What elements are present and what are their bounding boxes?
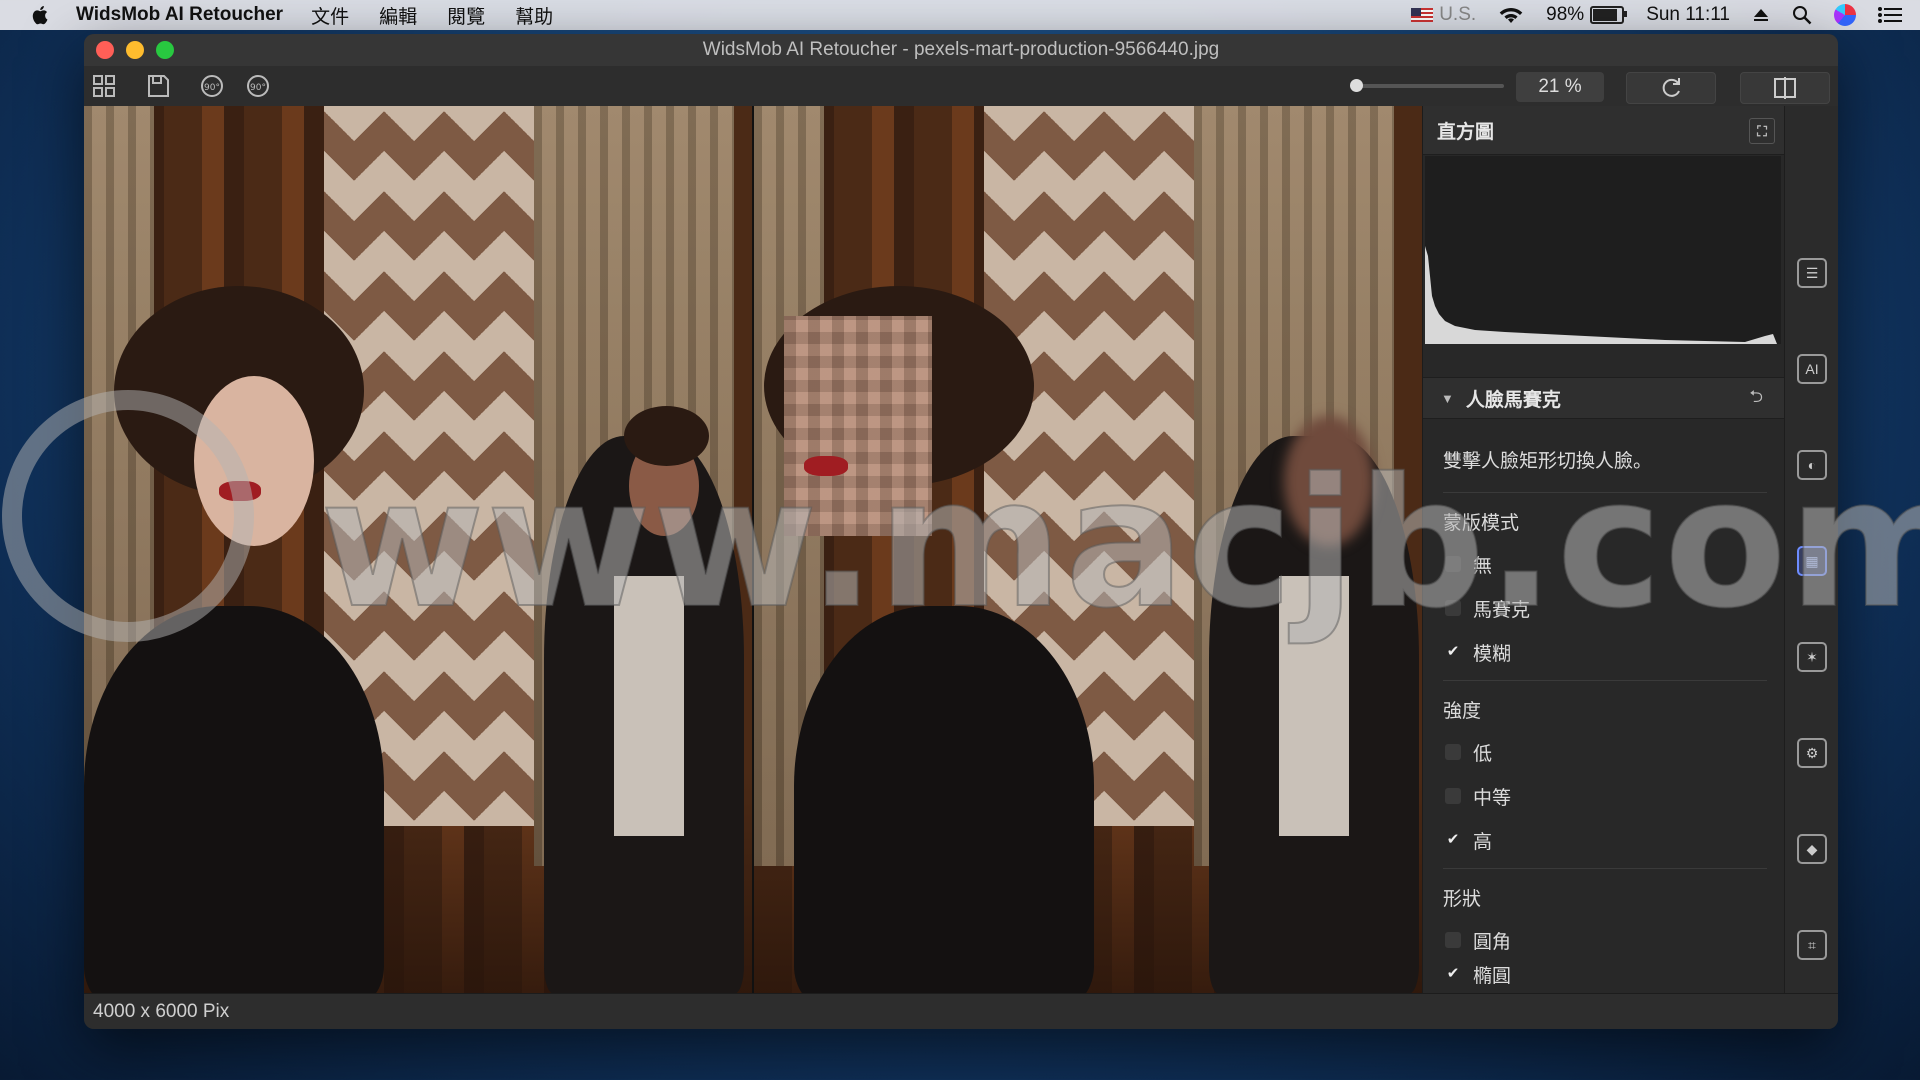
input-source[interactable]: U.S. (1411, 4, 1476, 26)
strength-low-option[interactable]: 低 (1445, 740, 1492, 765)
histogram-chart (1425, 156, 1781, 344)
zoom-window-button[interactable] (156, 41, 174, 59)
image-viewer[interactable] (84, 106, 1422, 994)
histogram-title: 直方圖 (1437, 121, 1495, 143)
toolbar: 90° 90° 21 % (84, 66, 1838, 107)
app-menu[interactable]: WidsMob AI Retoucher (76, 4, 283, 26)
minimize-window-button[interactable] (126, 41, 144, 59)
divider (1443, 868, 1767, 869)
zoom-level-field[interactable]: 21 % (1516, 72, 1604, 102)
shape-ellipse-checkbox[interactable]: ✔ (1445, 966, 1461, 982)
menu-file[interactable]: 文件 (311, 2, 349, 29)
refresh-icon (1662, 78, 1680, 97)
strength-high-option[interactable]: ✔ 高 (1445, 828, 1492, 853)
settings-gear-icon[interactable]: ⚙ (1797, 738, 1827, 768)
window-title: WidsMob AI Retoucher - pexels-mart-produ… (702, 39, 1220, 60)
strength-title: 強度 (1443, 701, 1482, 722)
reset-icon[interactable]: ⮌ (1749, 384, 1763, 413)
save-icon[interactable] (144, 72, 172, 100)
processed-photo[interactable] (754, 106, 1422, 994)
adjustment-panel: 直方圖 ⛶ ▼ 人臉馬賽克 ⮌ 雙擊人臉矩形切換人臉。 蒙版模式 無 馬賽克 ✔… (1422, 106, 1785, 994)
spotlight-search-icon[interactable] (1792, 5, 1812, 25)
shape-rounded-option[interactable]: 圓角 (1445, 928, 1511, 953)
mask-mosaic-option[interactable]: 馬賽克 (1445, 596, 1530, 621)
siri-icon[interactable] (1834, 4, 1856, 26)
svg-text:90°: 90° (250, 83, 266, 93)
expand-icon[interactable]: ⛶ (1749, 118, 1775, 144)
face-mosaic-region[interactable] (784, 316, 932, 536)
ai-enhance-icon[interactable]: AI (1797, 354, 1827, 384)
zoom-slider[interactable] (1350, 79, 1504, 92)
mask-none-option[interactable]: 無 (1445, 552, 1492, 577)
strength-medium-checkbox[interactable] (1445, 788, 1461, 804)
adjust-sliders-icon[interactable]: ☰ (1797, 258, 1827, 288)
window-controls (96, 41, 174, 59)
menubar-status-area: U.S. 98% Sun 11:11 (1411, 0, 1902, 30)
reset-view-button[interactable] (1626, 72, 1716, 104)
strength-medium-option[interactable]: 中等 (1445, 784, 1511, 809)
close-window-button[interactable] (96, 41, 114, 59)
image-dimensions: 4000 x 6000 Pix (93, 1000, 230, 1022)
tool-strip: ☰ AI ◐ ▦ ✶ ⚙ ◆ ⌗ (1784, 106, 1838, 994)
mask-blur-option[interactable]: ✔ 模糊 (1445, 640, 1511, 665)
crop-icon[interactable]: ⌗ (1797, 930, 1827, 960)
rotate-left-icon[interactable]: 90° (198, 72, 226, 100)
original-photo[interactable] (84, 106, 752, 994)
app-window: WidsMob AI Retoucher - pexels-mart-produ… (84, 34, 1838, 1029)
svg-text:90°: 90° (204, 83, 220, 93)
mask-mosaic-checkbox[interactable] (1445, 600, 1461, 616)
histogram-header: 直方圖 ⛶ (1423, 106, 1785, 155)
notification-center-icon[interactable] (1878, 6, 1902, 24)
split-view-icon (1774, 77, 1796, 99)
wifi-icon[interactable] (1498, 5, 1524, 25)
grid-view-icon[interactable] (90, 72, 118, 100)
shape-title: 形狀 (1443, 889, 1482, 910)
strength-low-checkbox[interactable] (1445, 744, 1461, 760)
mask-blur-checkbox[interactable]: ✔ (1445, 644, 1461, 660)
strength-high-checkbox[interactable]: ✔ (1445, 832, 1461, 848)
title-bar: WidsMob AI Retoucher - pexels-mart-produ… (84, 34, 1838, 67)
section-title: 人臉馬賽克 (1465, 389, 1561, 411)
collapse-triangle-icon[interactable]: ▼ (1441, 391, 1454, 406)
shape-rounded-checkbox[interactable] (1445, 932, 1461, 948)
shape-ellipse-option[interactable]: ✔ 橢圓 (1445, 962, 1511, 987)
rotate-right-icon[interactable]: 90° (244, 72, 272, 100)
clock[interactable]: Sun 11:11 (1646, 4, 1730, 26)
portrait-retouch-icon[interactable]: ◐ (1797, 450, 1827, 480)
mask-mode-title: 蒙版模式 (1443, 513, 1520, 534)
compare-view-button[interactable] (1740, 72, 1830, 104)
us-flag-icon (1411, 7, 1434, 22)
menu-edit[interactable]: 編輯 (379, 2, 417, 29)
face-toggle-hint: 雙擊人臉矩形切換人臉。 (1443, 451, 1653, 472)
battery-status[interactable]: 98% (1546, 4, 1628, 26)
battery-icon (1590, 5, 1628, 24)
apple-icon[interactable] (30, 4, 52, 26)
status-bar: 4000 x 6000 Pix (84, 993, 1838, 1029)
menu-help[interactable]: 幫助 (515, 2, 553, 29)
zoom-slider-knob[interactable] (1350, 79, 1363, 92)
face-mosaic-icon[interactable]: ▦ (1797, 546, 1827, 576)
eject-icon[interactable] (1752, 6, 1770, 24)
filter-icon[interactable]: ◆ (1797, 834, 1827, 864)
mask-none-checkbox[interactable] (1445, 556, 1461, 572)
macos-menubar: WidsMob AI Retoucher 文件 編輯 閱覽 幫助 U.S. 98… (0, 0, 1920, 30)
divider (1443, 680, 1767, 681)
histogram-luminance (1425, 246, 1777, 344)
divider (1443, 492, 1767, 493)
menu-view[interactable]: 閱覽 (447, 2, 485, 29)
magic-wand-icon[interactable]: ✶ (1797, 642, 1827, 672)
face-mosaic-section[interactable]: ▼ 人臉馬賽克 ⮌ (1423, 377, 1785, 419)
